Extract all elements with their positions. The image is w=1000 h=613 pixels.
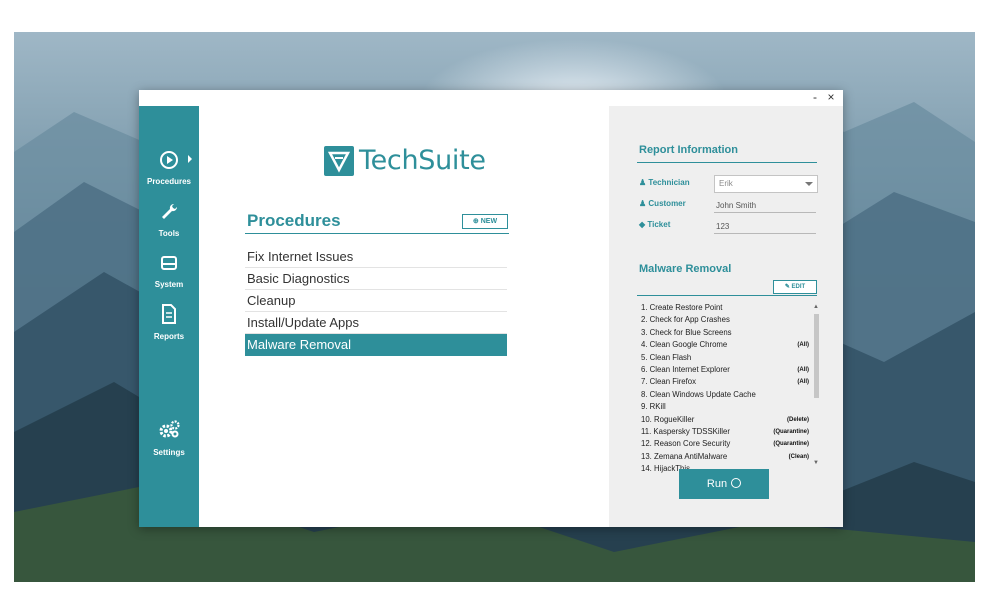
run-icon	[731, 478, 742, 489]
title-bar: - ×	[139, 90, 843, 106]
hard-drive-icon	[161, 256, 177, 270]
step-note: (Clean)	[788, 453, 809, 460]
list-item: 11. Kaspersky TDSSKiller (Quarantine)	[641, 426, 811, 438]
list-item: 3. Check for Blue Screens	[641, 327, 811, 339]
list-item: 6. Clean Internet Explorer (All)	[641, 364, 811, 376]
ticket-label: ◆ Ticket	[639, 220, 671, 229]
report-panel: Report Information ♟ Technician Erik ♟ C…	[609, 106, 843, 527]
step-text: 4. Clean Google Chrome	[641, 340, 728, 350]
sidebar-item-label: Tools	[158, 229, 180, 238]
list-item: 2. Check for App Crashes	[641, 314, 811, 326]
steps-scrollbar[interactable]: ▲ ▼	[813, 304, 819, 468]
list-item: 5. Clean Flash	[641, 352, 811, 364]
malware-removal-title: Malware Removal	[639, 263, 732, 275]
sidebar-item-label: Settings	[153, 448, 185, 457]
gears-icon	[159, 420, 180, 438]
technician-label: ♟ Technician	[639, 178, 690, 187]
step-text: 2. Check for App Crashes	[641, 315, 730, 325]
divider	[637, 295, 817, 296]
list-item-selected[interactable]: Malware Removal	[245, 334, 507, 356]
sidebar-item-label: Reports	[153, 332, 185, 341]
step-note: (Delete)	[786, 416, 809, 423]
sidebar-item-tools[interactable]: Tools	[139, 202, 199, 238]
customer-row: ♟ Customer John Smith	[639, 198, 819, 214]
user-icon: ♟	[639, 199, 649, 208]
list-item[interactable]: Install/Update Apps	[245, 312, 507, 334]
edit-button[interactable]: ✎ EDIT	[773, 280, 817, 294]
new-procedure-button[interactable]: ⊕ NEW	[462, 214, 508, 229]
plus-icon: ⊕	[472, 218, 481, 225]
step-text: 12. Reason Core Security	[641, 439, 731, 449]
step-text: 6. Clean Internet Explorer	[641, 364, 730, 374]
step-note: (All)	[797, 366, 809, 373]
customer-field[interactable]: John Smith	[714, 198, 816, 213]
sidebar-item-reports[interactable]: Reports	[139, 303, 199, 341]
new-button-label: NEW	[480, 218, 498, 225]
user-icon: ♟	[639, 178, 649, 187]
technician-row: ♟ Technician Erik	[639, 175, 819, 193]
list-item: 9. RKill	[641, 401, 811, 413]
wrench-icon	[162, 203, 178, 219]
sidebar-item-label: Procedures	[146, 177, 192, 186]
step-text: 7. Clean Firefox	[641, 377, 697, 387]
ticket-row: ◆ Ticket 123	[639, 219, 819, 235]
sidebar: Procedures Tools System Reports Settings	[139, 106, 199, 527]
scroll-up-icon[interactable]: ▲	[813, 304, 819, 310]
step-text: 13. Zemana AntiMalware	[641, 451, 728, 461]
divider	[637, 162, 817, 163]
list-item: 7. Clean Firefox (All)	[641, 376, 811, 388]
sidebar-item-label: System	[154, 280, 184, 289]
list-item: 1. Create Restore Point	[641, 302, 811, 314]
scroll-down-icon[interactable]: ▼	[813, 460, 819, 466]
procedures-title: Procedures	[247, 211, 341, 230]
close-button[interactable]: ×	[823, 90, 839, 106]
minimize-button[interactable]: -	[807, 90, 823, 106]
list-item[interactable]: Fix Internet Issues	[245, 246, 507, 268]
run-button-label: Run	[706, 478, 728, 490]
divider	[245, 233, 509, 234]
list-item: 13. Zemana AntiMalware (Clean)	[641, 451, 811, 463]
step-note: (Quarantine)	[773, 428, 809, 435]
sidebar-item-system[interactable]: System	[139, 253, 199, 289]
pencil-icon: ✎	[784, 284, 792, 290]
step-text: 3. Check for Blue Screens	[641, 327, 732, 337]
step-text: 5. Clean Flash	[641, 352, 692, 362]
active-indicator	[188, 155, 192, 163]
list-item: 10. RogueKiller (Delete)	[641, 414, 811, 426]
list-item[interactable]: Basic Diagnostics	[245, 268, 507, 290]
step-note: (All)	[797, 379, 809, 386]
ticket-field[interactable]: 123	[714, 219, 816, 234]
step-text: 10. RogueKiller	[641, 414, 695, 424]
procedures-panel: TechSuite Procedures ⊕ NEW Fix Internet …	[199, 106, 609, 527]
step-text: 8. Clean Windows Update Cache	[641, 389, 756, 399]
list-item: 8. Clean Windows Update Cache	[641, 389, 811, 401]
play-icon	[160, 151, 178, 169]
brand-name: TechSuite	[359, 145, 486, 176]
edit-button-label: EDIT	[791, 284, 806, 290]
list-item[interactable]: Cleanup	[245, 290, 507, 312]
customer-label: ♟ Customer	[639, 199, 686, 208]
step-text: 1. Create Restore Point	[641, 303, 723, 312]
step-note: (All)	[797, 342, 809, 349]
list-item: 12. Reason Core Security (Quarantine)	[641, 438, 811, 450]
chevron-down-icon	[805, 182, 813, 186]
list-item: 4. Clean Google Chrome (All)	[641, 339, 811, 351]
report-information-title: Report Information	[639, 144, 738, 156]
procedures-list: Fix Internet Issues Basic Diagnostics Cl…	[245, 246, 507, 356]
step-note: (Quarantine)	[773, 441, 809, 448]
document-icon	[162, 304, 176, 324]
run-button[interactable]: Run	[679, 469, 769, 499]
step-text: 9. RKill	[641, 402, 666, 412]
logo-mark-icon	[324, 146, 354, 176]
sidebar-item-settings[interactable]: Settings	[139, 419, 199, 457]
scroll-thumb[interactable]	[814, 314, 819, 398]
techsuite-window: - × Procedures Tools System Reports Sett…	[139, 90, 843, 527]
step-text: 11. Kaspersky TDSSKiller	[641, 426, 730, 436]
technician-dropdown[interactable]: Erik	[714, 175, 818, 193]
malware-steps-list: 1. Create Restore Point 2. Check for App …	[641, 302, 811, 475]
